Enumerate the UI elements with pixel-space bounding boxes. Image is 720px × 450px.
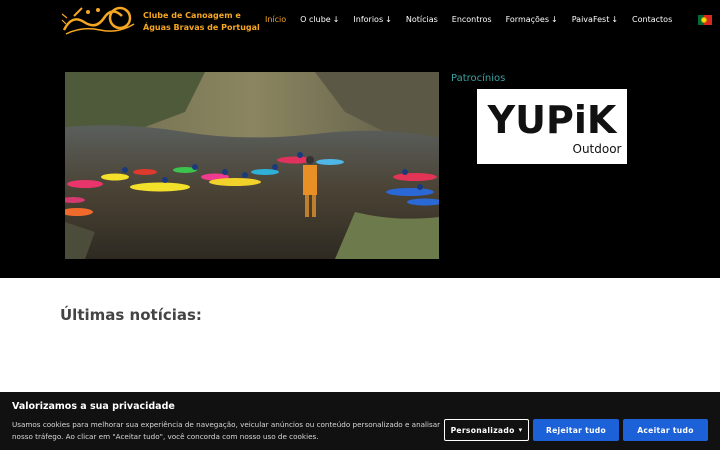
latest-news-heading: Últimas notícias: [60, 306, 202, 324]
cookie-consent-banner: Valorizamos a sua privacidade Usamos coo… [0, 392, 720, 450]
nav-item-inforios[interactable]: Inforios ↓ [353, 15, 391, 24]
arrow-down-icon: ↓ [551, 15, 558, 24]
arrow-down-icon: ↓ [611, 15, 619, 24]
nav-item-formacoes[interactable]: Formações ↓ [506, 15, 558, 24]
sponsor-logo-subtext: Outdoor [573, 142, 622, 156]
customize-label: Personalizado [450, 425, 515, 435]
site-header: Clube de Canoagem e Águas Bravas de Port… [0, 0, 720, 42]
nav-item-label: Formações [505, 15, 550, 24]
main-nav: Início O clube ↓ Inforios ↓ Notícias Encon… [265, 15, 686, 24]
accept-all-button[interactable]: Aceitar tudo [623, 419, 708, 441]
nav-item-label: Notícias [405, 15, 438, 24]
nav-item-label: O clube [300, 15, 331, 24]
nav-item-label: Encontros [451, 15, 492, 24]
nav-item-label: Início [265, 15, 287, 24]
nav-item-label: Inforios [353, 15, 384, 24]
arrow-down-icon: ↓ [332, 15, 340, 24]
site-name-line2: Águas Bravas de Portugal [143, 23, 260, 32]
nav-item-encontros[interactable]: Encontros [452, 15, 492, 24]
nav-item-label: Contactos [632, 15, 673, 24]
arrow-down-icon: ↓ [385, 15, 392, 24]
sponsor-logo-text: YUPiK [487, 98, 618, 142]
club-logo[interactable] [60, 4, 138, 38]
yupik-sponsor-logo[interactable]: YUPiK Outdoor [477, 89, 627, 164]
hero-section: Patrocínios YUPiK Outdoor [0, 42, 720, 278]
kayaking-group-photo [65, 72, 439, 259]
customize-button[interactable]: Personalizado ▾ [444, 419, 529, 441]
nav-item-o-clube[interactable]: O clube ↓ [300, 15, 339, 24]
cookie-description: Usamos cookies para melhorar sua experiê… [12, 420, 441, 441]
portugal-flag-icon[interactable] [698, 15, 712, 25]
nav-item-inicio[interactable]: Início [265, 15, 286, 24]
nav-item-noticias[interactable]: Notícias [406, 15, 438, 24]
site-name[interactable]: Clube de Canoagem e Águas Bravas de Port… [143, 10, 263, 34]
nav-item-paivafest[interactable]: PaivaFest ↓ [572, 15, 618, 24]
site-name-line1: Clube de Canoagem e [143, 11, 241, 20]
caret-down-icon: ▾ [518, 426, 523, 434]
reject-all-button[interactable]: Rejeitar tudo [533, 419, 619, 441]
sponsors-title: Patrocínios [451, 73, 506, 84]
nav-item-contactos[interactable]: Contactos [632, 15, 672, 24]
nav-item-label: PaivaFest [571, 15, 610, 24]
cookie-title: Valorizamos a sua privacidade [12, 401, 175, 412]
